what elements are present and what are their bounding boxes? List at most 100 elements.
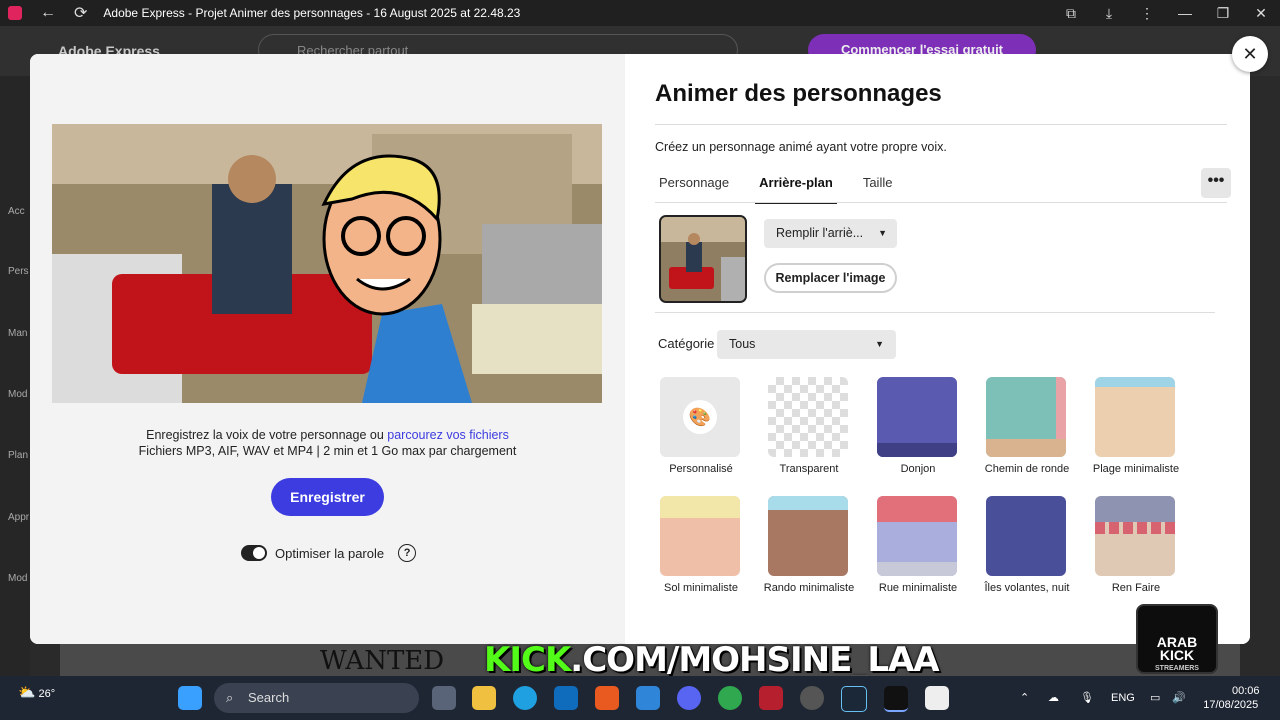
preview-pane: Enregistrez la voix de votre personnage …: [30, 54, 625, 644]
background-option-renfaire[interactable]: Ren Faire: [1095, 496, 1179, 594]
task-view-icon[interactable]: [432, 686, 456, 710]
background-option-hike[interactable]: Rando minimaliste: [764, 496, 854, 594]
background-option-islands[interactable]: Îles volantes, nuit: [985, 496, 1070, 594]
divider: [655, 124, 1227, 125]
background-swatch: [1095, 496, 1175, 576]
voice-instructions: Enregistrez la voix de votre personnage …: [30, 427, 625, 459]
tab-background[interactable]: Arrière-plan: [755, 170, 837, 204]
overlay-handle: .COM/MOHSINE_LAA: [570, 640, 939, 680]
reload-icon[interactable]: ⟳: [74, 3, 87, 23]
microphone-icon[interactable]: 🎙: [1080, 676, 1094, 720]
extensions-icon[interactable]: ⧉: [1052, 5, 1090, 22]
swatch-wall: [877, 496, 957, 522]
clock-time: 00:06: [1232, 685, 1260, 697]
background-option-dungeon[interactable]: Donjon: [877, 377, 961, 475]
adobe-express-icon: [8, 6, 22, 20]
weather-widget[interactable]: ⛅ 26°: [18, 684, 55, 701]
background-option-floor[interactable]: Sol minimaliste: [660, 496, 744, 594]
tab-character[interactable]: Personnage: [655, 170, 733, 202]
background-label: Chemin de ronde: [984, 463, 1070, 475]
background-fill-dropdown[interactable]: Remplir l'arriè... ▼: [764, 219, 897, 248]
optimize-speech-toggle[interactable]: [241, 545, 267, 561]
swatch-floor: [877, 443, 957, 457]
window-close-icon[interactable]: ✕: [1242, 5, 1280, 22]
temperature: 26°: [38, 688, 56, 700]
clock-date: 17/08/2025: [1203, 699, 1259, 711]
record-button[interactable]: Enregistrer: [271, 478, 384, 516]
palette-icon: 🎨: [683, 400, 717, 434]
background-label: Ren Faire: [1111, 582, 1161, 594]
capcut-icon[interactable]: [925, 686, 949, 710]
cloud-icon[interactable]: ☁: [1048, 676, 1059, 720]
swatch-sky: [1095, 377, 1175, 387]
swatch-wall: [1056, 377, 1066, 439]
category-value: Tous: [729, 337, 756, 351]
background-option-beach[interactable]: Plage minimaliste: [1093, 377, 1179, 475]
menu-icon[interactable]: ⋮: [1128, 5, 1166, 22]
chevron-down-icon: ▼: [878, 228, 887, 238]
taskbar-search[interactable]: ⌕ Search: [214, 683, 419, 713]
tab-size[interactable]: Taille: [859, 170, 897, 202]
sidebar-label: Acc: [8, 206, 25, 217]
logo-line-2: STREAMERS: [1155, 665, 1199, 672]
replace-image-button[interactable]: Remplacer l'image: [764, 263, 897, 293]
windows-start-icon[interactable]: [178, 686, 202, 710]
sidebar-label: Pers: [8, 266, 29, 277]
category-dropdown[interactable]: Tous ▼: [717, 330, 896, 359]
discord-icon[interactable]: [677, 686, 701, 710]
background-swatch: [660, 496, 740, 576]
fill-dropdown-value: Remplir l'arriè...: [776, 226, 864, 240]
background-label: Sol minimaliste: [664, 582, 738, 594]
steam-icon[interactable]: [841, 686, 867, 712]
edge-icon[interactable]: [513, 686, 537, 710]
background-label: Transparent: [779, 463, 839, 475]
background-option-street[interactable]: Rue minimaliste: [877, 496, 961, 594]
optimize-speech-label: Optimiser la parole: [275, 545, 385, 561]
obs-icon[interactable]: [800, 686, 824, 710]
maximize-icon[interactable]: ❐: [1204, 5, 1242, 22]
background-option-transparent[interactable]: Transparent: [768, 377, 852, 475]
background-swatch: [768, 496, 848, 576]
outlook-icon[interactable]: [554, 686, 578, 710]
background-label: Donjon: [900, 463, 936, 475]
stream-overlay-url: KICK.COM/MOHSINE_LAA: [484, 640, 940, 680]
divider: [655, 202, 1227, 203]
store-icon[interactable]: [636, 686, 660, 710]
back-icon[interactable]: ←: [40, 4, 56, 22]
language-indicator[interactable]: ENG: [1111, 676, 1135, 720]
search-icon: ⌕: [226, 690, 234, 705]
chrome-icon[interactable]: [718, 686, 742, 710]
help-icon[interactable]: ?: [398, 544, 417, 562]
sidebar-label: Mod: [8, 573, 28, 584]
download-icon[interactable]: ⤓: [1090, 5, 1128, 22]
volume-icon[interactable]: 🔊: [1172, 676, 1186, 720]
swatch-wall: [660, 496, 740, 518]
swatch-tent: [1095, 496, 1175, 522]
background-option-walkway[interactable]: Chemin de ronde: [985, 377, 1070, 475]
background-swatch: [986, 496, 1066, 576]
background-label: Plage minimaliste: [1092, 463, 1180, 475]
network-icon[interactable]: ▭: [1150, 676, 1160, 720]
overlay-kick: KICK: [484, 640, 571, 680]
current-background-thumbnail[interactable]: [659, 215, 747, 303]
windows-taskbar: ⛅ 26° ⌕ Search ⌃ ☁ 🎙 ENG ▭ 🔊 00:06 17/08…: [0, 676, 1280, 720]
system-clock[interactable]: 00:06 17/08/2025: [1203, 684, 1260, 712]
tab-bar: Personnage Arrière-plan Taille: [655, 170, 918, 204]
background-option-custom[interactable]: 🎨 Personnalisé: [660, 377, 744, 475]
dialog-close-button[interactable]: ✕: [1232, 36, 1268, 72]
adobe-express-taskbar-icon[interactable]: [884, 686, 908, 712]
swatch-flags: [1095, 522, 1175, 534]
background-swatch: [986, 377, 1066, 457]
dialog-title: Animer des personnages: [655, 80, 942, 107]
browse-files-link[interactable]: parcourez vos fichiers: [387, 428, 509, 442]
background-swatch: 🎨: [660, 377, 740, 457]
chevron-up-icon[interactable]: ⌃: [1020, 676, 1029, 720]
file-explorer-icon[interactable]: [472, 686, 496, 710]
thumbnail-scene: [661, 217, 745, 301]
more-options-button[interactable]: •••: [1201, 168, 1231, 198]
brave-icon[interactable]: [595, 686, 619, 710]
app-icon[interactable]: [759, 686, 783, 710]
voice-line-1: Enregistrez la voix de votre personnage …: [146, 428, 384, 442]
chevron-down-icon: ▼: [875, 339, 884, 349]
minimize-icon[interactable]: —: [1166, 5, 1204, 21]
